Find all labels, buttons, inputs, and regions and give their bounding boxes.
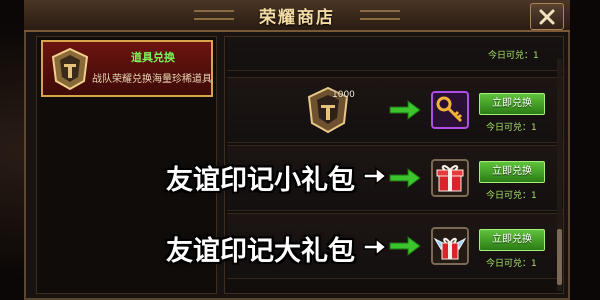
winged-gift-box-icon xyxy=(433,237,467,260)
annotation-arrow-icon xyxy=(363,166,387,186)
availability-text: 今日可兑：1 xyxy=(488,51,539,61)
golden-key-icon xyxy=(436,96,463,123)
scrollbar-thumb[interactable] xyxy=(557,229,562,285)
close-icon xyxy=(539,9,555,24)
scrollbar[interactable] xyxy=(557,59,562,291)
redeem-button[interactable]: 立即兑换 xyxy=(479,161,545,183)
cost-amount: 1000 xyxy=(332,90,355,100)
item-row-partial: 今日可兑：1 xyxy=(227,37,563,71)
title-ornament-right xyxy=(360,10,400,20)
arrow-right-icon xyxy=(389,168,421,188)
availability-text: 今日可兑：1 xyxy=(486,259,537,269)
annotation-label: 友谊印记大礼包 xyxy=(166,236,355,267)
availability-text: 今日可兑：1 xyxy=(486,123,537,133)
reward-slot[interactable] xyxy=(431,227,469,265)
category-title: 道具兑换 xyxy=(131,51,175,64)
arrow-right-icon xyxy=(389,236,421,256)
availability-text: 今日可兑：1 xyxy=(486,191,537,201)
window-title: 荣耀商店 xyxy=(259,7,335,28)
redeem-button[interactable]: 立即兑换 xyxy=(479,229,545,251)
title-bar: 荣耀商店 xyxy=(24,0,570,32)
redeem-button[interactable]: 立即兑换 xyxy=(479,93,545,115)
red-gift-box-icon xyxy=(436,165,464,192)
category-description: 战队荣耀兑换海量珍稀道具 xyxy=(92,74,212,85)
arrow-right-icon xyxy=(389,100,421,120)
annotation-arrow-icon xyxy=(363,237,387,257)
close-button[interactable] xyxy=(530,3,564,30)
reward-slot[interactable] xyxy=(431,159,469,197)
knight-helmet-icon xyxy=(51,47,89,91)
title-ornament-left xyxy=(194,10,234,20)
category-item-exchange[interactable]: 道具兑换 战队荣耀兑换海量珍稀道具 xyxy=(41,40,213,97)
reward-slot[interactable] xyxy=(431,91,469,129)
item-row: 1000 立即兑换 今日可兑：1 xyxy=(227,77,563,143)
annotation-label: 友谊印记小礼包 xyxy=(166,165,355,196)
